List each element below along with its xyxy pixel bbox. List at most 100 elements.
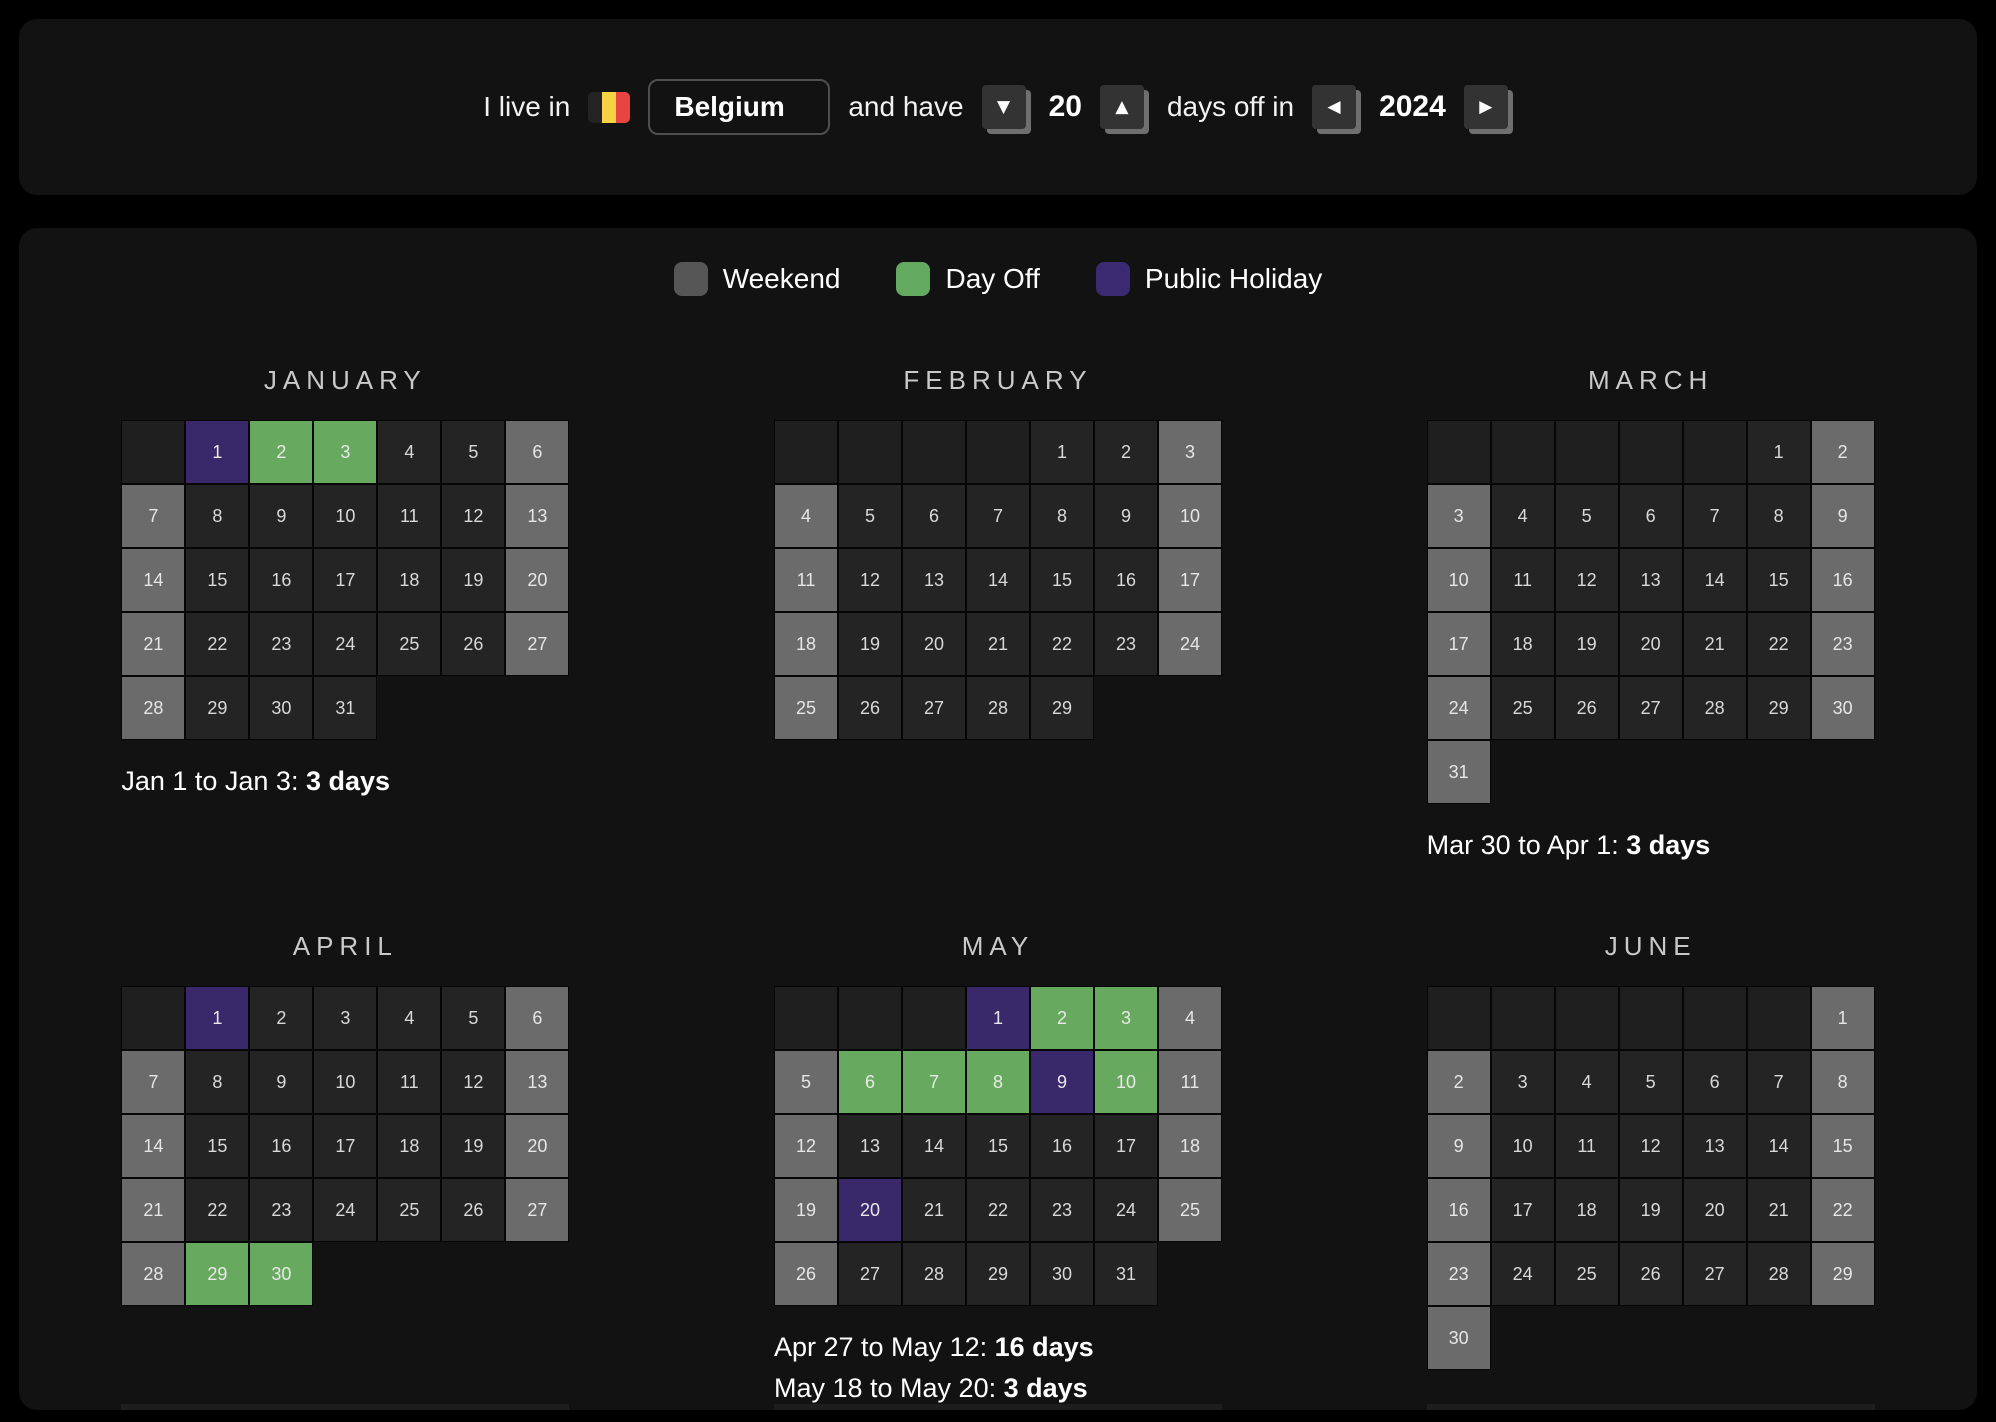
day-cell[interactable]: 15 <box>1030 548 1094 612</box>
day-cell[interactable]: 15 <box>1747 548 1811 612</box>
day-cell[interactable]: 18 <box>377 1114 441 1178</box>
day-cell[interactable]: 28 <box>1683 676 1747 740</box>
day-cell[interactable]: 5 <box>774 1050 838 1114</box>
day-cell[interactable]: 28 <box>121 676 185 740</box>
day-cell[interactable]: 21 <box>902 1178 966 1242</box>
day-cell[interactable]: 4 <box>377 420 441 484</box>
day-cell[interactable]: 15 <box>185 1114 249 1178</box>
day-cell[interactable]: 8 <box>185 1050 249 1114</box>
day-cell[interactable]: 7 <box>121 1050 185 1114</box>
day-cell[interactable]: 1 <box>1747 420 1811 484</box>
day-cell[interactable]: 30 <box>1427 1306 1491 1370</box>
day-cell[interactable]: 24 <box>1491 1242 1555 1306</box>
day-cell[interactable]: 17 <box>313 548 377 612</box>
day-cell[interactable]: 20 <box>1683 1178 1747 1242</box>
day-cell[interactable]: 6 <box>1619 484 1683 548</box>
day-cell[interactable]: 22 <box>1811 1178 1875 1242</box>
day-cell[interactable]: 23 <box>1811 612 1875 676</box>
day-cell[interactable]: 19 <box>441 1114 505 1178</box>
day-cell[interactable]: 2 <box>249 986 313 1050</box>
day-cell[interactable]: 30 <box>1811 676 1875 740</box>
day-cell[interactable]: 19 <box>1619 1178 1683 1242</box>
day-cell[interactable]: 21 <box>1747 1178 1811 1242</box>
day-cell[interactable]: 20 <box>902 612 966 676</box>
day-cell[interactable]: 10 <box>1427 548 1491 612</box>
day-cell[interactable]: 24 <box>313 612 377 676</box>
day-cell[interactable]: 14 <box>1747 1114 1811 1178</box>
day-cell[interactable]: 12 <box>1619 1114 1683 1178</box>
day-cell[interactable]: 8 <box>966 1050 1030 1114</box>
day-cell[interactable]: 8 <box>1811 1050 1875 1114</box>
day-cell[interactable]: 10 <box>1094 1050 1158 1114</box>
day-cell[interactable]: 16 <box>1094 548 1158 612</box>
day-cell[interactable]: 25 <box>774 676 838 740</box>
day-cell[interactable]: 2 <box>249 420 313 484</box>
day-cell[interactable]: 6 <box>505 986 569 1050</box>
day-cell[interactable]: 11 <box>774 548 838 612</box>
day-cell[interactable]: 16 <box>249 1114 313 1178</box>
day-cell[interactable]: 28 <box>121 1242 185 1306</box>
country-input[interactable] <box>648 79 830 135</box>
day-cell[interactable]: 22 <box>185 612 249 676</box>
day-cell[interactable]: 14 <box>966 548 1030 612</box>
day-cell[interactable]: 13 <box>1619 548 1683 612</box>
day-cell[interactable]: 25 <box>1491 676 1555 740</box>
day-cell[interactable]: 25 <box>1555 1242 1619 1306</box>
day-cell[interactable]: 6 <box>902 484 966 548</box>
next-year-button[interactable]: ▶ <box>1464 85 1508 129</box>
day-cell[interactable]: 26 <box>774 1242 838 1306</box>
day-cell[interactable]: 5 <box>441 420 505 484</box>
day-cell[interactable]: 9 <box>1811 484 1875 548</box>
day-cell[interactable]: 5 <box>441 986 505 1050</box>
day-cell[interactable]: 1 <box>185 986 249 1050</box>
day-cell[interactable]: 2 <box>1811 420 1875 484</box>
day-cell[interactable]: 10 <box>313 484 377 548</box>
day-cell[interactable]: 9 <box>1030 1050 1094 1114</box>
day-cell[interactable]: 20 <box>505 548 569 612</box>
day-cell[interactable]: 7 <box>902 1050 966 1114</box>
day-cell[interactable]: 30 <box>1030 1242 1094 1306</box>
decrease-days-button[interactable]: ▼ <box>982 85 1026 129</box>
day-cell[interactable]: 17 <box>1491 1178 1555 1242</box>
day-cell[interactable]: 13 <box>1683 1114 1747 1178</box>
day-cell[interactable]: 7 <box>121 484 185 548</box>
day-cell[interactable]: 29 <box>185 676 249 740</box>
day-cell[interactable]: 25 <box>377 1178 441 1242</box>
day-cell[interactable]: 12 <box>838 548 902 612</box>
day-cell[interactable]: 26 <box>1555 676 1619 740</box>
day-cell[interactable]: 3 <box>1158 420 1222 484</box>
day-cell[interactable]: 26 <box>441 612 505 676</box>
day-cell[interactable]: 30 <box>249 1242 313 1306</box>
day-cell[interactable]: 23 <box>1094 612 1158 676</box>
day-cell[interactable]: 11 <box>1491 548 1555 612</box>
day-cell[interactable]: 17 <box>1427 612 1491 676</box>
day-cell[interactable]: 24 <box>313 1178 377 1242</box>
day-cell[interactable]: 21 <box>1683 612 1747 676</box>
day-cell[interactable]: 19 <box>774 1178 838 1242</box>
day-cell[interactable]: 16 <box>249 548 313 612</box>
day-cell[interactable]: 28 <box>966 676 1030 740</box>
day-cell[interactable]: 8 <box>1030 484 1094 548</box>
previous-year-button[interactable]: ◀ <box>1312 85 1356 129</box>
day-cell[interactable]: 3 <box>313 420 377 484</box>
day-cell[interactable]: 16 <box>1427 1178 1491 1242</box>
day-cell[interactable]: 19 <box>441 548 505 612</box>
day-cell[interactable]: 11 <box>1555 1114 1619 1178</box>
day-cell[interactable]: 5 <box>838 484 902 548</box>
day-cell[interactable]: 16 <box>1030 1114 1094 1178</box>
day-cell[interactable]: 9 <box>249 1050 313 1114</box>
day-cell[interactable]: 22 <box>1030 612 1094 676</box>
day-cell[interactable]: 29 <box>1747 676 1811 740</box>
day-cell[interactable]: 10 <box>313 1050 377 1114</box>
day-cell[interactable]: 23 <box>249 612 313 676</box>
day-cell[interactable]: 18 <box>1158 1114 1222 1178</box>
day-cell[interactable]: 29 <box>1030 676 1094 740</box>
day-cell[interactable]: 26 <box>441 1178 505 1242</box>
day-cell[interactable]: 13 <box>838 1114 902 1178</box>
day-cell[interactable]: 15 <box>185 548 249 612</box>
day-cell[interactable]: 9 <box>249 484 313 548</box>
day-cell[interactable]: 3 <box>1427 484 1491 548</box>
day-cell[interactable]: 4 <box>1491 484 1555 548</box>
day-cell[interactable]: 19 <box>1555 612 1619 676</box>
day-cell[interactable]: 6 <box>838 1050 902 1114</box>
